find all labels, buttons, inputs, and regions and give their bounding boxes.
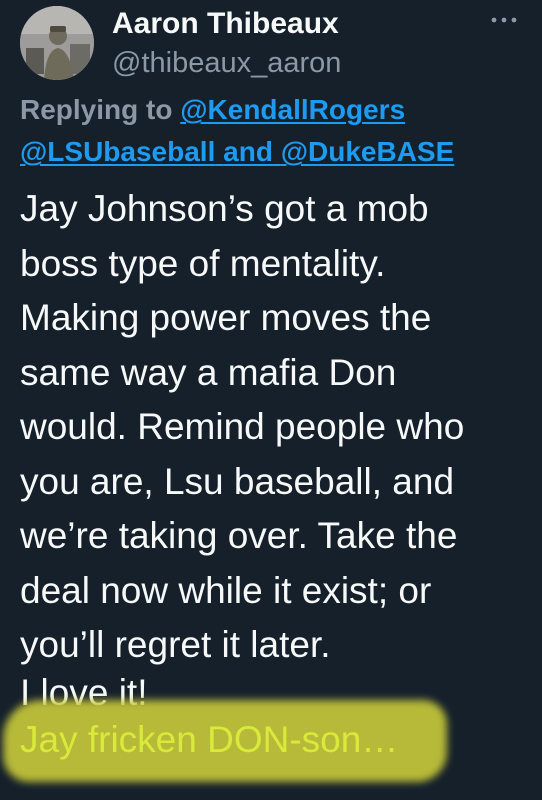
profile-photo-icon <box>20 6 94 80</box>
tweet-line: you are, Lsu baseball, and <box>20 460 455 502</box>
tweet-line: boss type of mentality. <box>20 242 386 284</box>
tweet-line: same way a mafia Don <box>20 351 397 393</box>
author-handle[interactable]: @thibeaux_aaron <box>112 44 341 82</box>
tweet-line: deal now while it exist; or <box>20 569 432 611</box>
mention-and[interactable]: and <box>223 136 273 167</box>
tweet-line: Jay Johnson’s got a mob <box>20 188 429 229</box>
mention-space <box>273 136 281 167</box>
reply-context: Replying to @KendallRogers @LSUbaseball … <box>20 89 525 173</box>
tweet-highlighted-line: Jay fricken DON-son… <box>20 719 399 760</box>
tweet-line: you’ll regret it later. <box>20 624 331 665</box>
mention-link-kendallrogers[interactable]: @KendallRogers <box>180 94 405 125</box>
avatar[interactable] <box>20 6 94 80</box>
tweet-line: we’re taking over. Take the <box>20 515 458 556</box>
mention-link-lsubaseball[interactable]: @LSUbaseball <box>20 136 215 167</box>
tweet-text: Jay Johnson’s got a mob boss type of men… <box>20 182 525 673</box>
tweet-line: would. Remind people who <box>20 406 465 447</box>
author-display-name[interactable]: Aaron Thibeaux <box>112 4 339 44</box>
mention-conjunction <box>215 136 223 167</box>
tweet-line: Making power moves the <box>20 297 432 338</box>
reply-prefix: Replying to <box>20 94 173 125</box>
more-horizontal-icon[interactable] <box>486 8 522 32</box>
mention-link-dukebase[interactable]: @DukeBASE <box>281 136 455 167</box>
